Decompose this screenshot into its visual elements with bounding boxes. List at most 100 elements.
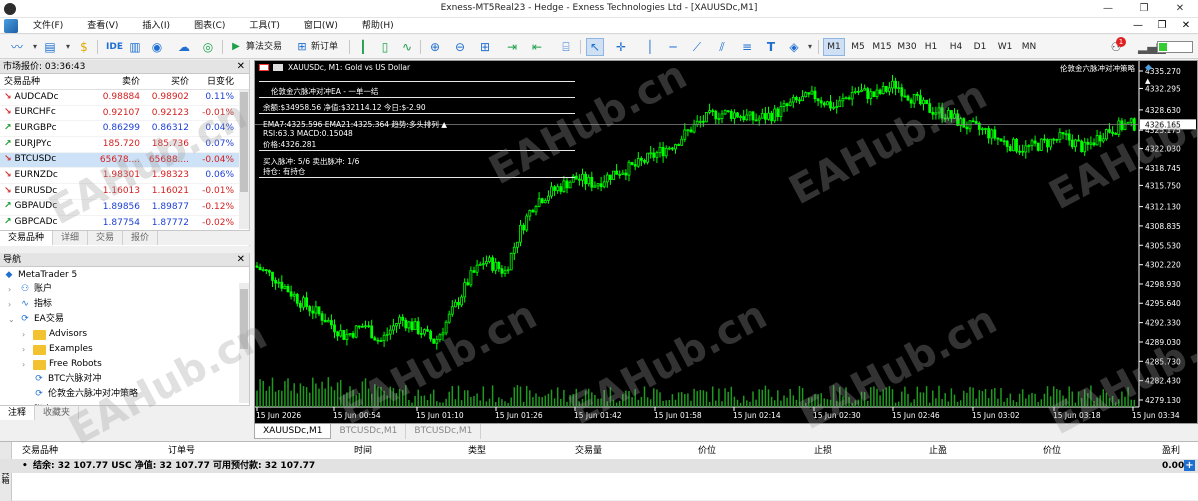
shapes-dropdown-icon[interactable]: ▾: [801, 38, 819, 56]
th-profit[interactable]: 盈利: [1162, 444, 1180, 458]
price-chart[interactable]: 4335.2704332.2954328.6304325.1754322.030…: [255, 61, 1197, 423]
close-button[interactable]: ✕: [1162, 0, 1198, 18]
th-volume[interactable]: 交易量: [575, 444, 602, 458]
nav-root[interactable]: ◆ MetaTrader 5: [3, 268, 78, 283]
screenshot-icon[interactable]: ⌸: [557, 38, 575, 56]
chart-window[interactable]: 4335.270 4332.295 4328.630 4325.175 4322.030…: [254, 60, 1198, 424]
expand-icon[interactable]: ›: [22, 327, 30, 342]
market-watch-scrollbar[interactable]: [239, 90, 249, 229]
timeframe-m1[interactable]: M1: [823, 38, 845, 56]
nav-item[interactable]: ⌄ ⟳ EA交易: [8, 312, 64, 327]
nav-item[interactable]: › Advisors: [22, 327, 87, 342]
channel-icon[interactable]: ⫽: [713, 38, 731, 56]
th-current-price[interactable]: 价位: [1043, 444, 1061, 458]
timeframe-d1[interactable]: D1: [969, 38, 991, 56]
maximize-button[interactable]: ❐: [1126, 0, 1162, 18]
timeframe-m15[interactable]: M15: [871, 38, 893, 56]
quote-row[interactable]: ↘ EURUSDc 1.16013 1.16021 -0.01%: [0, 184, 249, 200]
scroll-thumb[interactable]: [240, 289, 248, 349]
child-restore-button[interactable]: ❐: [1150, 20, 1174, 31]
nav-item[interactable]: › Examples: [22, 342, 93, 357]
timeframe-mn[interactable]: MN: [1018, 38, 1040, 56]
scroll-thumb[interactable]: [240, 92, 248, 192]
chart-scroll-arrow-icon[interactable]: ▲: [1145, 77, 1150, 85]
expand-icon[interactable]: ›: [22, 342, 30, 357]
chart-tab-btcusd-1[interactable]: BTCUSDc,M1: [331, 424, 407, 439]
quote-row[interactable]: ↗ EURJPYc 185.720 185.736 0.07%: [0, 137, 249, 153]
th-price[interactable]: 价位: [698, 444, 716, 458]
nav-item[interactable]: › ⚇ 账户: [8, 282, 52, 297]
text-tool-icon[interactable]: T: [762, 38, 780, 56]
child-minimize-button[interactable]: —: [1126, 20, 1150, 31]
chart-tab-btcusd-2[interactable]: BTCUSDc,M1: [406, 424, 482, 439]
col-bid[interactable]: 卖价: [94, 74, 143, 89]
menu-view[interactable]: 查看(V): [74, 18, 129, 34]
expand-icon[interactable]: ›: [8, 282, 16, 297]
horizontal-line-icon[interactable]: ─: [664, 38, 682, 56]
fibonacci-icon[interactable]: ≡: [738, 38, 756, 56]
grid-icon[interactable]: ⊞: [476, 38, 494, 56]
chart-shift-icon[interactable]: ⇤: [528, 38, 546, 56]
col-symbol[interactable]: 交易品种: [0, 74, 94, 89]
expand-icon[interactable]: ⌄: [8, 312, 16, 327]
menu-charts[interactable]: 图表(C): [181, 18, 236, 34]
profiles-icon[interactable]: ▤: [41, 38, 59, 56]
th-sl[interactable]: 止损: [814, 444, 832, 458]
quote-row[interactable]: ↗ GBPCADc 1.87754 1.87772 -0.02%: [0, 216, 249, 232]
timeframe-h4[interactable]: H4: [945, 38, 967, 56]
vertical-line-icon[interactable]: │: [641, 38, 659, 56]
menu-insert[interactable]: 插入(I): [129, 18, 181, 34]
expand-icon[interactable]: ›: [8, 297, 16, 312]
quote-row[interactable]: ↘ EURCHFc 0.92107 0.92123 -0.01%: [0, 106, 249, 122]
autoscroll-icon[interactable]: ⇥: [503, 38, 521, 56]
minimize-button[interactable]: —: [1090, 0, 1126, 18]
timeframe-h1[interactable]: H1: [920, 38, 942, 56]
th-tp[interactable]: 止盈: [929, 444, 947, 458]
zoom-in-icon[interactable]: ⊕: [426, 38, 444, 56]
menu-tools[interactable]: 工具(T): [236, 18, 291, 34]
col-ask[interactable]: 买价: [143, 74, 192, 89]
nav-item[interactable]: ⟳ BTC六脉对冲: [22, 372, 101, 387]
col-change[interactable]: 日变化: [192, 74, 238, 89]
new-order-button[interactable]: 新订单: [307, 38, 342, 56]
quote-row[interactable]: ↘ AUDCADc 0.98884 0.98902 0.11%: [0, 90, 249, 106]
quote-row[interactable]: ↘ EURNZDc 1.98301 1.98323 0.06%: [0, 168, 249, 185]
candlestick-icon[interactable]: ▯: [376, 38, 394, 56]
zoom-out-icon[interactable]: ⊖: [451, 38, 469, 56]
cursor-icon[interactable]: ↖: [586, 38, 604, 56]
expand-icon[interactable]: ›: [22, 357, 30, 372]
tab-symbols[interactable]: 交易品种: [0, 231, 54, 245]
menu-file[interactable]: 文件(F): [20, 18, 74, 34]
tab-details[interactable]: 详细: [53, 231, 89, 245]
child-close-button[interactable]: ✕: [1174, 20, 1198, 31]
th-symbol[interactable]: 交易品种: [22, 444, 58, 458]
community-icon[interactable]: ◎: [199, 38, 217, 56]
tab-notes[interactable]: 注释: [0, 406, 36, 420]
tab-favorites[interactable]: 收藏夹: [35, 406, 80, 420]
th-time[interactable]: 时间: [354, 444, 372, 458]
depot-icon[interactable]: $: [75, 38, 93, 56]
add-icon[interactable]: +: [1184, 460, 1195, 471]
timeframe-w1[interactable]: W1: [994, 38, 1016, 56]
bar-chart-icon[interactable]: ┃: [354, 38, 372, 56]
quote-row[interactable]: ↗ GBPAUDc 1.89856 1.89877 -0.12%: [0, 200, 249, 216]
tab-trading[interactable]: 交易: [88, 231, 124, 245]
timeframe-m30[interactable]: M30: [896, 38, 918, 56]
menu-window[interactable]: 窗口(W): [291, 18, 349, 34]
th-ticket[interactable]: 订单号: [168, 444, 195, 458]
navigator-scrollbar[interactable]: [239, 283, 249, 403]
nav-item[interactable]: › Free Robots: [22, 357, 102, 372]
th-type[interactable]: 类型: [468, 444, 486, 458]
crosshair-icon[interactable]: ✛: [612, 38, 630, 56]
signals-icon[interactable]: ◉: [148, 38, 166, 56]
close-icon[interactable]: ✕: [237, 253, 245, 267]
close-icon[interactable]: ✕: [237, 60, 245, 74]
ide-button[interactable]: IDE: [102, 38, 127, 56]
nav-item[interactable]: ⟳ 伦敦金六脉冲对冲策略: [22, 387, 138, 402]
nav-item[interactable]: › ∿ 指标: [8, 297, 52, 312]
tab-ticks[interactable]: 报价: [123, 231, 159, 245]
timeframe-m5[interactable]: M5: [847, 38, 869, 56]
vps-cloud-icon[interactable]: ☁: [175, 38, 193, 56]
quote-row[interactable]: ↗ EURGBPc 0.86299 0.86312 0.04%: [0, 121, 249, 138]
market-icon[interactable]: ▥: [126, 38, 144, 56]
